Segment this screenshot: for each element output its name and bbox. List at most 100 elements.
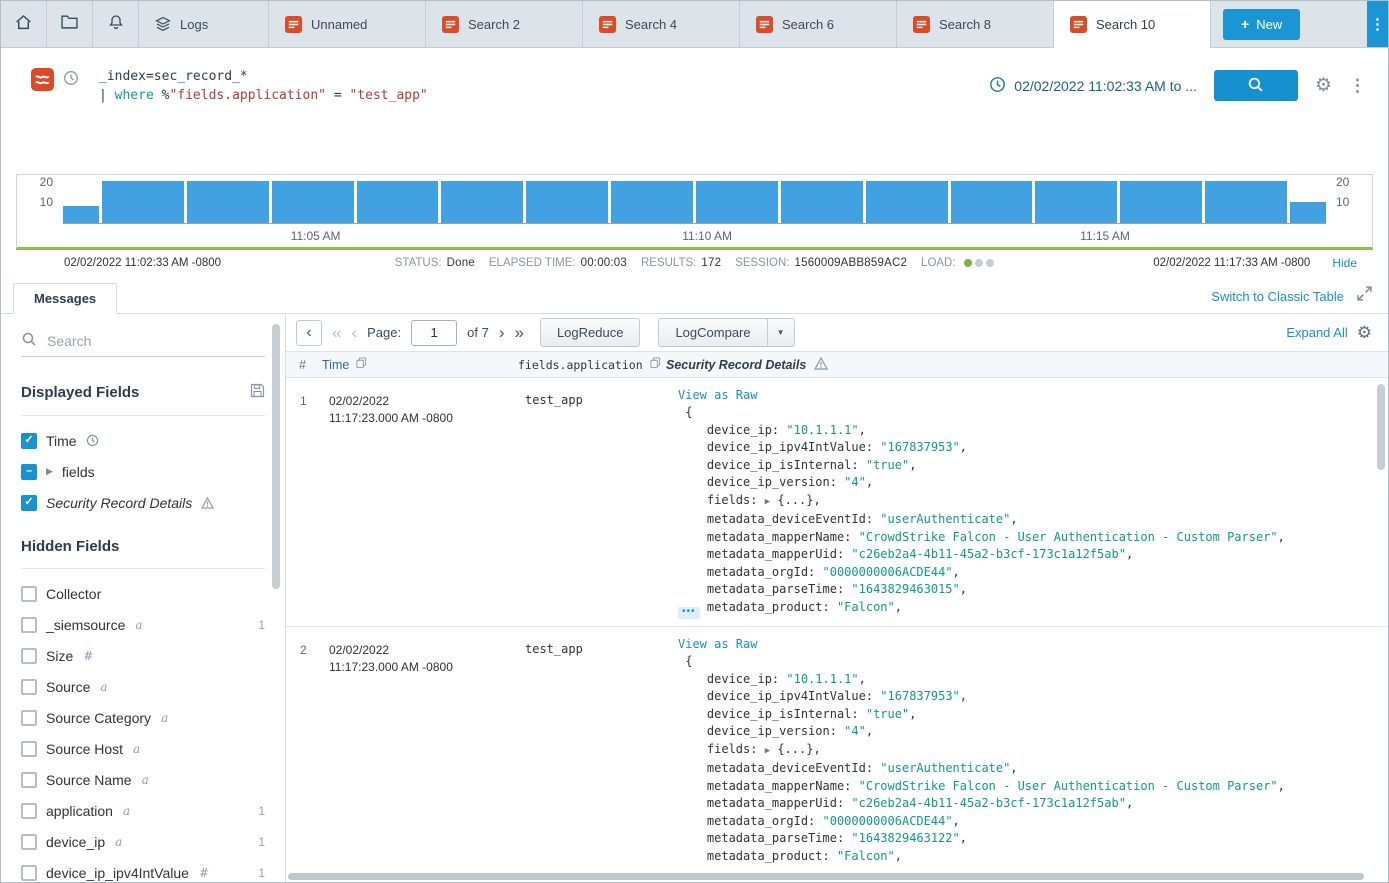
hide-histogram-link[interactable]: Hide xyxy=(1332,256,1357,270)
tab-search-10[interactable]: Search 10 xyxy=(1054,1,1211,47)
histogram-bar[interactable] xyxy=(357,181,439,223)
histogram-bar[interactable] xyxy=(781,181,863,223)
histogram-bar[interactable] xyxy=(1035,181,1117,223)
histogram-bar[interactable] xyxy=(866,181,948,223)
field-checkbox[interactable] xyxy=(21,741,37,757)
field-row-source-host: Source Hosta xyxy=(21,733,265,764)
field-checkbox[interactable] xyxy=(21,865,37,881)
app-header-label: fields.application xyxy=(518,358,643,372)
expand-more-button[interactable]: ••• xyxy=(678,607,700,619)
switch-to-classic-table-link[interactable]: Switch to Classic Table xyxy=(1211,289,1344,304)
histogram-bar[interactable] xyxy=(951,181,1033,223)
x-axis-line xyxy=(63,223,1326,224)
histogram-bar[interactable] xyxy=(102,181,184,223)
tab-messages[interactable]: Messages xyxy=(13,283,117,314)
row-app-cell[interactable]: test_app xyxy=(518,378,666,626)
results-label: RESULTS: xyxy=(641,257,696,269)
gear-icon[interactable]: ⚙ xyxy=(1357,324,1372,341)
json-key: device_ip: xyxy=(678,672,786,686)
field-checkbox[interactable] xyxy=(21,772,37,788)
json-value: "CrowdStrike Falcon - User Authenticatio… xyxy=(859,779,1278,793)
field-search-input[interactable] xyxy=(47,333,265,349)
tab-overflow-button[interactable]: ⋮ xyxy=(1367,1,1388,47)
results-horizontal-scrollbar[interactable] xyxy=(288,873,1364,880)
run-search-button[interactable] xyxy=(1214,70,1298,101)
collapse-sidebar-button[interactable]: ‹ xyxy=(296,320,322,346)
histogram-bar[interactable] xyxy=(1120,181,1202,223)
expand-caret-icon[interactable]: ▶ xyxy=(46,466,53,477)
results-vertical-scrollbar[interactable] xyxy=(1377,384,1385,470)
field-checkbox[interactable]: ✓ xyxy=(21,433,37,449)
field-checkbox[interactable] xyxy=(21,803,37,819)
home-button[interactable] xyxy=(1,1,47,47)
field-row-fields: –▶fields xyxy=(21,456,265,487)
time-range-picker[interactable]: 02/02/2022 11:02:33 AM to ... xyxy=(989,76,1197,96)
library-button[interactable] xyxy=(47,1,93,47)
tab-list: LogsUnnamedSearch 2Search 4Search 6Searc… xyxy=(139,1,1211,47)
field-label: device_ip xyxy=(46,834,105,850)
field-checkbox[interactable] xyxy=(21,710,37,726)
histogram-bar[interactable] xyxy=(1205,181,1287,223)
tab-search-4[interactable]: Search 4 xyxy=(583,1,740,47)
prev-page-button[interactable]: ‹ xyxy=(351,324,357,341)
column-header-details[interactable]: Security Record Details xyxy=(666,357,1374,373)
row-app-cell[interactable]: test_app xyxy=(518,627,666,882)
view-as-raw-link[interactable]: View as Raw xyxy=(678,635,757,653)
x-axis-label: 11:15 AM xyxy=(1080,229,1130,243)
query-pipe: | xyxy=(99,88,115,103)
row-date: 02/02/2022 xyxy=(329,642,510,659)
histogram-bar[interactable] xyxy=(611,181,693,223)
logcompare-button[interactable]: LogCompare xyxy=(659,319,766,346)
json-key: metadata_orgId: xyxy=(678,814,823,828)
last-page-button[interactable]: » xyxy=(514,324,523,341)
logreduce-button[interactable]: LogReduce xyxy=(540,318,641,347)
histogram-bar[interactable] xyxy=(526,181,608,223)
tab-search-6[interactable]: Search 6 xyxy=(740,1,897,47)
expand-panel-icon[interactable] xyxy=(1357,286,1372,306)
view-as-raw-link[interactable]: View as Raw xyxy=(678,386,757,404)
histogram-bar[interactable] xyxy=(187,181,269,223)
elapsed-label: ELAPSED TIME: xyxy=(489,257,576,269)
save-fields-icon[interactable] xyxy=(250,383,265,402)
tab-logs[interactable]: Logs xyxy=(139,1,269,47)
query-section: _index=sec_record_* | where %"fields.app… xyxy=(1,48,1388,134)
json-line: metadata_product: "Falcon", xyxy=(678,599,1378,617)
notifications-button[interactable] xyxy=(93,1,139,47)
new-tab-button[interactable]: + New xyxy=(1223,9,1300,40)
json-value: "userAuthenticate" xyxy=(880,512,1010,526)
messages-main: ‹ « ‹ Page: of 7 › » LogReduce LogCompar… xyxy=(286,314,1388,882)
field-checkbox[interactable]: ✓ xyxy=(21,495,37,511)
y-axis-label: 10 xyxy=(27,195,53,209)
histogram-bar[interactable] xyxy=(441,181,523,223)
field-checkbox[interactable]: – xyxy=(21,464,37,480)
kebab-icon[interactable]: ⋮ xyxy=(1349,77,1366,94)
histogram-bar[interactable] xyxy=(696,181,778,223)
copy-icon[interactable] xyxy=(650,357,661,372)
row-time: 11:17:23.000 AM -0800 xyxy=(329,410,510,427)
expand-all-link[interactable]: Expand All xyxy=(1286,325,1347,340)
field-checkbox[interactable] xyxy=(21,586,37,602)
displayed-fields-list: ✓Time–▶fields✓Security Record Details xyxy=(1,425,285,518)
logcompare-dropdown-button[interactable]: ▼ xyxy=(767,319,794,346)
json-value: "0000000006ACDE44" xyxy=(823,565,953,579)
histogram-bar[interactable] xyxy=(272,181,354,223)
field-checkbox[interactable] xyxy=(21,834,37,850)
page-number-input[interactable] xyxy=(411,320,457,346)
tab-search-8[interactable]: Search 8 xyxy=(897,1,1054,47)
field-checkbox[interactable] xyxy=(21,648,37,664)
first-page-button[interactable]: « xyxy=(332,324,341,341)
histogram-bar[interactable] xyxy=(1290,202,1326,223)
tab-search-2[interactable]: Search 2 xyxy=(426,1,583,47)
next-page-button[interactable]: › xyxy=(499,324,505,341)
gear-icon[interactable]: ⚙ xyxy=(1315,76,1332,95)
sidebar-scrollbar[interactable] xyxy=(272,324,280,589)
field-checkbox[interactable] xyxy=(21,617,37,633)
column-header-time[interactable]: Time xyxy=(322,357,518,372)
histogram-bar[interactable] xyxy=(63,206,99,223)
tab-unnamed[interactable]: Unnamed xyxy=(269,1,426,47)
warning-icon xyxy=(814,357,828,373)
field-checkbox[interactable] xyxy=(21,679,37,695)
query-editor[interactable]: _index=sec_record_* | where %"fields.app… xyxy=(99,65,977,105)
column-header-app[interactable]: fields.application xyxy=(518,357,666,372)
copy-icon[interactable] xyxy=(356,357,367,372)
